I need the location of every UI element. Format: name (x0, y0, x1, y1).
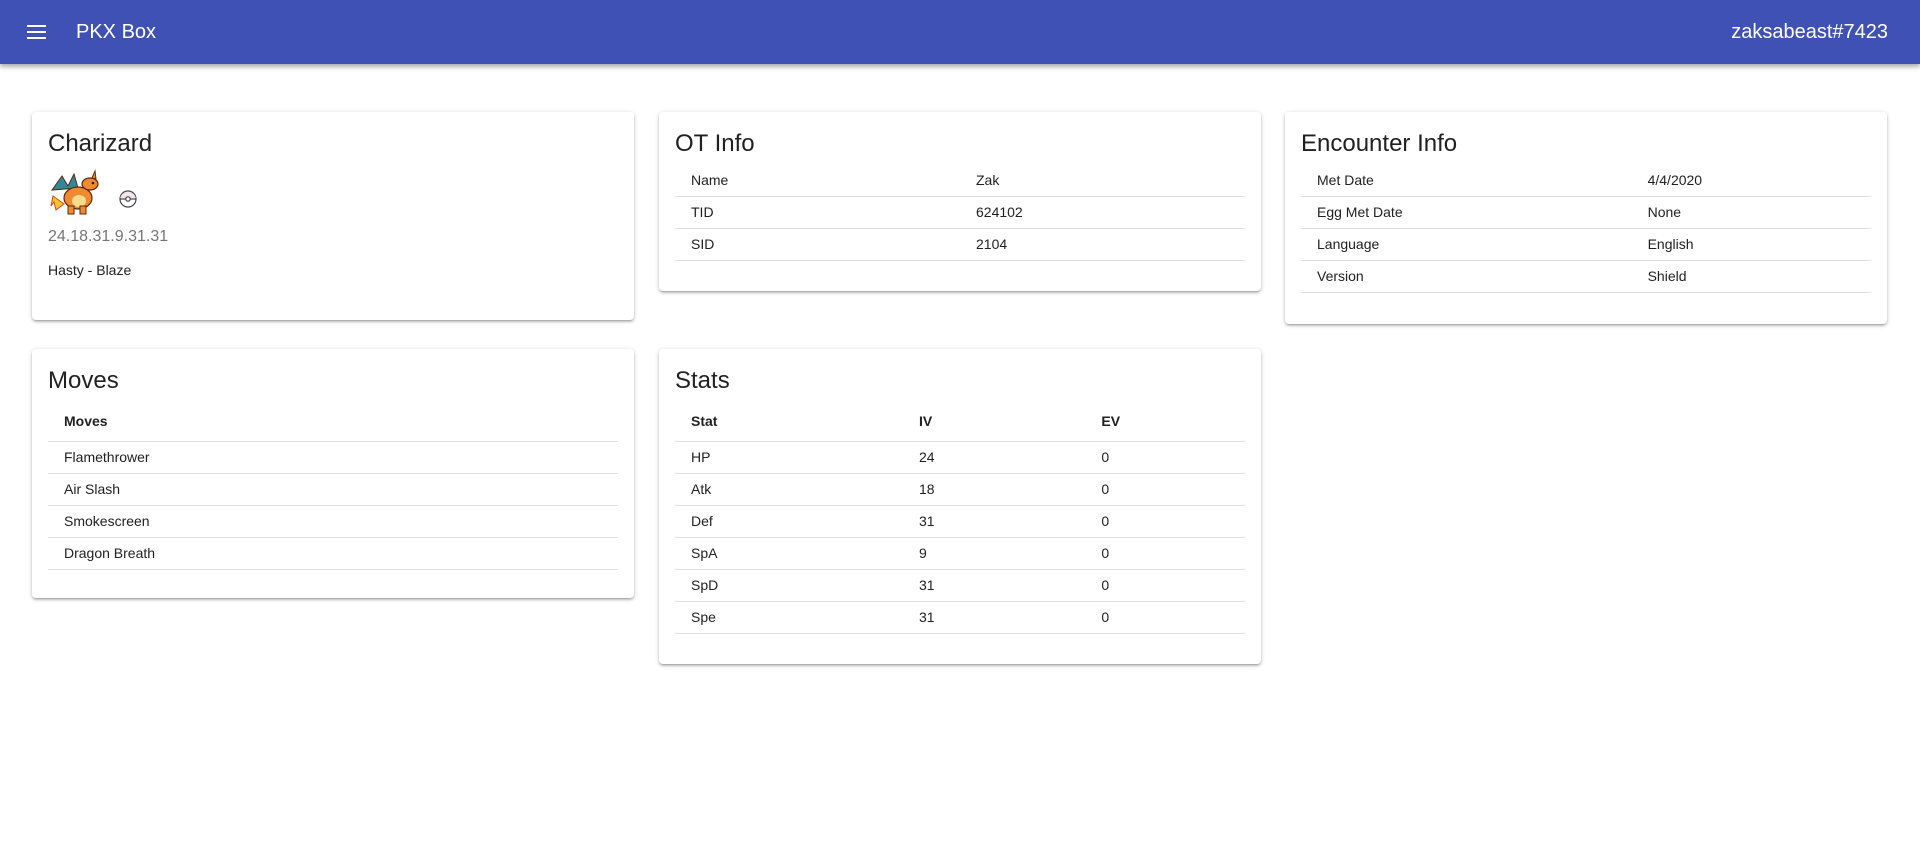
table-row: SpD 31 0 (675, 569, 1245, 602)
table-cell-value: None (1631, 196, 1871, 229)
table-cell-value: 624102 (960, 196, 1245, 229)
table-row: Egg Met Date None (1301, 196, 1871, 229)
moves-table: Moves Flamethrower Air Slash Smokescreen… (48, 401, 618, 570)
stat-name: Atk (675, 473, 903, 506)
table-row: HP 24 0 (675, 441, 1245, 474)
table-header-row: Stat IV EV (675, 401, 1245, 442)
table-row: Air Slash (48, 473, 618, 506)
table-cell-value: 2104 (960, 228, 1245, 261)
stats-table: Stat IV EV HP 24 0 Atk 18 0 Def 31 0 SpA… (675, 401, 1245, 634)
nature-ability: Hasty - Blaze (48, 262, 132, 278)
moves-title: Moves (48, 367, 119, 394)
column-header-iv: IV (903, 401, 1086, 442)
encounter-info-card: Encounter Info Met Date 4/4/2020 Egg Met… (1285, 112, 1887, 324)
table-row: Atk 18 0 (675, 473, 1245, 506)
stat-iv: 24 (903, 441, 1086, 474)
stat-ev: 0 (1085, 569, 1245, 602)
table-row: Spe 31 0 (675, 601, 1245, 634)
table-row: Language English (1301, 228, 1871, 261)
table-row: Dragon Breath (48, 537, 618, 570)
table-cell-value: Shield (1631, 260, 1871, 293)
pokemon-name: Charizard (48, 130, 153, 157)
menu-icon (26, 25, 46, 39)
column-header-ev: EV (1085, 401, 1245, 442)
table-cell-value: English (1631, 228, 1871, 261)
app-bar: PKX Box zaksabeast#7423 (0, 0, 1920, 64)
encounter-info-table: Met Date 4/4/2020 Egg Met Date None Lang… (1301, 164, 1871, 293)
table-cell-label: Egg Met Date (1301, 196, 1632, 229)
move-name: Dragon Breath (48, 537, 618, 570)
table-row: Version Shield (1301, 260, 1871, 293)
stat-name: HP (675, 441, 903, 474)
menu-button[interactable] (18, 14, 54, 50)
ot-info-table: Name Zak TID 624102 SID 2104 (675, 164, 1245, 261)
column-header-moves: Moves (48, 401, 618, 442)
table-cell-label: SID (675, 228, 960, 261)
table-row: Smokescreen (48, 505, 618, 538)
ot-info-title: OT Info (675, 130, 755, 157)
stat-ev: 0 (1085, 601, 1245, 634)
stat-iv: 31 (903, 569, 1086, 602)
poke-ball-icon (119, 190, 137, 208)
table-row: Name Zak (675, 164, 1245, 197)
table-row: SID 2104 (675, 228, 1245, 261)
stat-name: Spe (675, 601, 903, 634)
stat-iv: 31 (903, 601, 1086, 634)
move-name: Air Slash (48, 473, 618, 506)
table-cell-value: Zak (960, 164, 1245, 197)
table-row: SpA 9 0 (675, 537, 1245, 570)
move-name: Flamethrower (48, 441, 618, 474)
ot-info-card: OT Info Name Zak TID 624102 SID 2104 (659, 112, 1261, 291)
table-cell-label: Version (1301, 260, 1632, 293)
moves-card: Moves Moves Flamethrower Air Slash Smoke… (32, 349, 634, 598)
stat-ev: 0 (1085, 473, 1245, 506)
stat-ev: 0 (1085, 505, 1245, 538)
iv-spread: 24.18.31.9.31.31 (48, 228, 169, 245)
stats-card: Stats Stat IV EV HP 24 0 Atk 18 0 Def 31… (659, 349, 1261, 664)
user-account-name[interactable]: zaksabeast#7423 (1731, 20, 1888, 44)
table-cell-value: 4/4/2020 (1631, 164, 1871, 197)
table-row: Met Date 4/4/2020 (1301, 164, 1871, 197)
encounter-info-title: Encounter Info (1301, 130, 1458, 157)
stats-title: Stats (675, 367, 730, 394)
stat-ev: 0 (1085, 537, 1245, 570)
charizard-sprite-icon (50, 169, 99, 215)
stat-iv: 9 (903, 537, 1086, 570)
stat-iv: 18 (903, 473, 1086, 506)
stat-iv: 31 (903, 505, 1086, 538)
sprite-row (48, 164, 618, 220)
table-row: Flamethrower (48, 441, 618, 474)
pokemon-card: Charizard 24.18.31.9.31.31 Hasty - Blaze (32, 112, 634, 320)
table-row: TID 624102 (675, 196, 1245, 229)
table-header-row: Moves (48, 401, 618, 442)
stat-ev: 0 (1085, 441, 1245, 474)
stat-name: SpA (675, 537, 903, 570)
table-cell-label: TID (675, 196, 960, 229)
app-title: PKX Box (76, 21, 157, 43)
move-name: Smokescreen (48, 505, 618, 538)
table-cell-label: Name (675, 164, 960, 197)
stat-name: SpD (675, 569, 903, 602)
table-row: Def 31 0 (675, 505, 1245, 538)
column-header-stat: Stat (675, 401, 903, 442)
table-cell-label: Language (1301, 228, 1632, 261)
table-cell-label: Met Date (1301, 164, 1632, 197)
stat-name: Def (675, 505, 903, 538)
